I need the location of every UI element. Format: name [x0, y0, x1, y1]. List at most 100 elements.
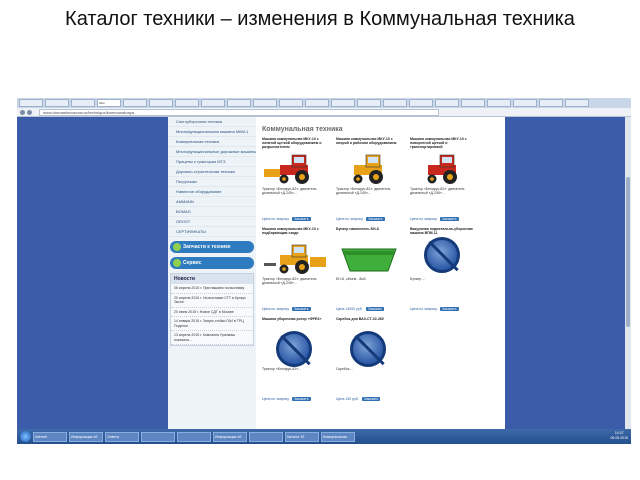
product-name[interactable]: Машина коммунальная МКУ-10 с опорой и ра… [336, 137, 404, 149]
product-name[interactable]: Машина коммунальная МКУ-10 с подбирающим… [262, 227, 330, 239]
price-text: Цена по запросу [410, 217, 438, 221]
taskbar-window[interactable]: Каталог КГ [285, 431, 319, 442]
order-button[interactable]: Заказать [292, 307, 311, 311]
forward-icon[interactable] [27, 110, 32, 115]
product-card[interactable]: Машина коммунальная МКУ-10 с лопатой щет… [262, 137, 330, 223]
service-button[interactable]: Сервис [170, 257, 254, 269]
news-item[interactable]: 06 апреля 2015 г. Приглашаем на выставку [171, 284, 253, 294]
order-button[interactable]: Заказать [365, 307, 385, 311]
browser-tab[interactable] [279, 99, 303, 107]
product-image[interactable] [336, 331, 404, 367]
taskbar-window[interactable] [249, 431, 283, 442]
product-description: Трактор «Беларус-82»... [262, 367, 302, 371]
product-card[interactable]: Скребок для ВАЗ-СТ-02-280 Скребок ... Цена… [336, 317, 404, 403]
no-image-icon [276, 331, 312, 367]
sidebar-item[interactable]: Прицепы к тракторам МТЗ [168, 157, 256, 167]
product-card[interactable]: Бункер накопитель БН-8 БН-8, объем - 8м3 Ц… [336, 227, 404, 313]
scrollbar-thumb[interactable] [626, 177, 630, 327]
product-name[interactable]: Скребок для ВАЗ-СТ-02-280 [336, 317, 404, 329]
browser-tab[interactable] [19, 99, 43, 107]
taskbar-window[interactable] [141, 431, 175, 442]
back-icon[interactable] [20, 110, 25, 115]
sidebar-item[interactable]: BOMAG [168, 207, 256, 217]
product-image[interactable] [410, 237, 478, 275]
order-button[interactable]: Заказать [366, 217, 385, 221]
url-field[interactable]: www.dormashmoscow.ru/technique/kommunaln… [39, 109, 439, 116]
sidebar-item[interactable]: Погрузчики [168, 177, 256, 187]
taskbar-window[interactable]: Информация об [213, 431, 247, 442]
browser-tab[interactable] [253, 99, 277, 107]
product-image[interactable] [336, 241, 404, 275]
product-price: Цена по запросу Заказать [410, 307, 459, 311]
page-scrollbar[interactable] [625, 117, 631, 429]
browser-tab[interactable] [305, 99, 329, 107]
sidebar-item[interactable]: Коммунальная техника [168, 137, 256, 147]
browser-tab[interactable] [201, 99, 225, 107]
news-item[interactable]: 14 января 2015 г. Запуск стойки ГАИ в ТР… [171, 317, 253, 331]
browser-tab[interactable] [513, 99, 537, 107]
start-button[interactable] [20, 431, 31, 442]
browser-tab[interactable] [123, 99, 147, 107]
browser-tab[interactable] [487, 99, 511, 107]
browser-tab[interactable] [409, 99, 433, 107]
taskbar-window[interactable]: Информация об [69, 431, 103, 442]
browser-tab[interactable] [357, 99, 381, 107]
spare-parts-label: Запчасти к технике [183, 244, 231, 250]
browser-tab[interactable] [383, 99, 407, 107]
news-item[interactable]: 13 апреля 2015 г. Компания Уралмаш показ… [171, 331, 253, 345]
taskbar-window[interactable]: Internet [33, 431, 67, 442]
product-card[interactable]: Вакуумная подметально-уборочная машина В… [410, 227, 478, 313]
browser-tab[interactable] [331, 99, 355, 107]
sidebar-item[interactable]: AMMANN [168, 197, 256, 207]
news-item[interactable]: 20 апреля 2015 г. На выставке СТТ в Крок… [171, 294, 253, 308]
order-button[interactable]: Заказать [361, 397, 381, 401]
price-text: Цена по запросу [262, 217, 290, 221]
browser-tab[interactable] [565, 99, 589, 107]
product-image[interactable] [262, 241, 330, 275]
address-bar: www.dormashmoscow.ru/technique/kommunaln… [17, 108, 631, 117]
browser-tab[interactable] [227, 99, 251, 107]
sidebar-item[interactable]: Навесное оборудование [168, 187, 256, 197]
system-clock: 14:37 06.05.2015 [610, 431, 628, 441]
product-image[interactable] [262, 151, 330, 185]
product-card[interactable]: Машина коммунальная МКУ-10 с подбирающим… [262, 227, 330, 313]
product-price: Цена по запросу Заказать [336, 217, 385, 221]
sidebar-item[interactable]: Дорожно-строительная техника [168, 167, 256, 177]
taskbar-window[interactable] [177, 431, 211, 442]
news-title: Новости [171, 274, 253, 284]
browser-tab[interactable]: Mos [97, 99, 121, 107]
product-description: Бункер ... [410, 277, 426, 281]
browser-tab[interactable] [461, 99, 485, 107]
product-card[interactable]: Машина коммунальная МКУ-10 с поворотной … [410, 137, 478, 223]
sidebar-item[interactable]: GROST [168, 217, 256, 227]
order-button[interactable]: Заказать [440, 307, 459, 311]
product-name[interactable]: Машина уборочная ротор «ФРЕЗ» [262, 317, 330, 329]
product-card[interactable]: Машина уборочная ротор «ФРЕЗ» Трактор «Бе… [262, 317, 330, 403]
order-button[interactable]: Заказать [292, 397, 311, 401]
order-button[interactable]: Заказать [292, 217, 311, 221]
spare-parts-button[interactable]: Запчасти к технике [170, 241, 254, 253]
product-name[interactable]: Машина коммунальная МКУ-10 с поворотной … [410, 137, 478, 149]
product-card[interactable]: Машина коммунальная МКУ-10 с опорой и ра… [336, 137, 404, 223]
browser-tab[interactable] [71, 99, 95, 107]
gear-icon [173, 243, 181, 251]
taskbar-window[interactable]: Коммунальная [321, 431, 355, 442]
product-image[interactable] [336, 151, 404, 185]
sidebar-item[interactable]: Снегоуборочная техника [168, 117, 256, 127]
browser-tab[interactable] [175, 99, 199, 107]
browser-tab[interactable] [45, 99, 69, 107]
news-item[interactable]: 20 июня 2015 г. Новое СДТ в Москве [171, 308, 253, 317]
browser-tab[interactable] [435, 99, 459, 107]
browser-tab[interactable] [539, 99, 563, 107]
sidebar-item[interactable]: Многофункциональная машина МКМ-1 [168, 127, 256, 137]
sidebar-item[interactable]: СЕРТИФИКАТЫ [168, 227, 256, 237]
sidebar-item[interactable]: Многофункциональные дорожные машины с ЩД… [168, 147, 256, 157]
browser-tab[interactable] [149, 99, 173, 107]
product-name[interactable]: Машина коммунальная МКУ-10 с лопатой щет… [262, 137, 330, 149]
taskbar-window[interactable]: Ответы [105, 431, 139, 442]
service-label: Сервис [183, 260, 202, 266]
product-image[interactable] [262, 331, 330, 367]
product-image[interactable] [410, 151, 478, 185]
product-name[interactable]: Бункер накопитель БН-8 [336, 227, 404, 239]
order-button[interactable]: Заказать [440, 217, 459, 221]
